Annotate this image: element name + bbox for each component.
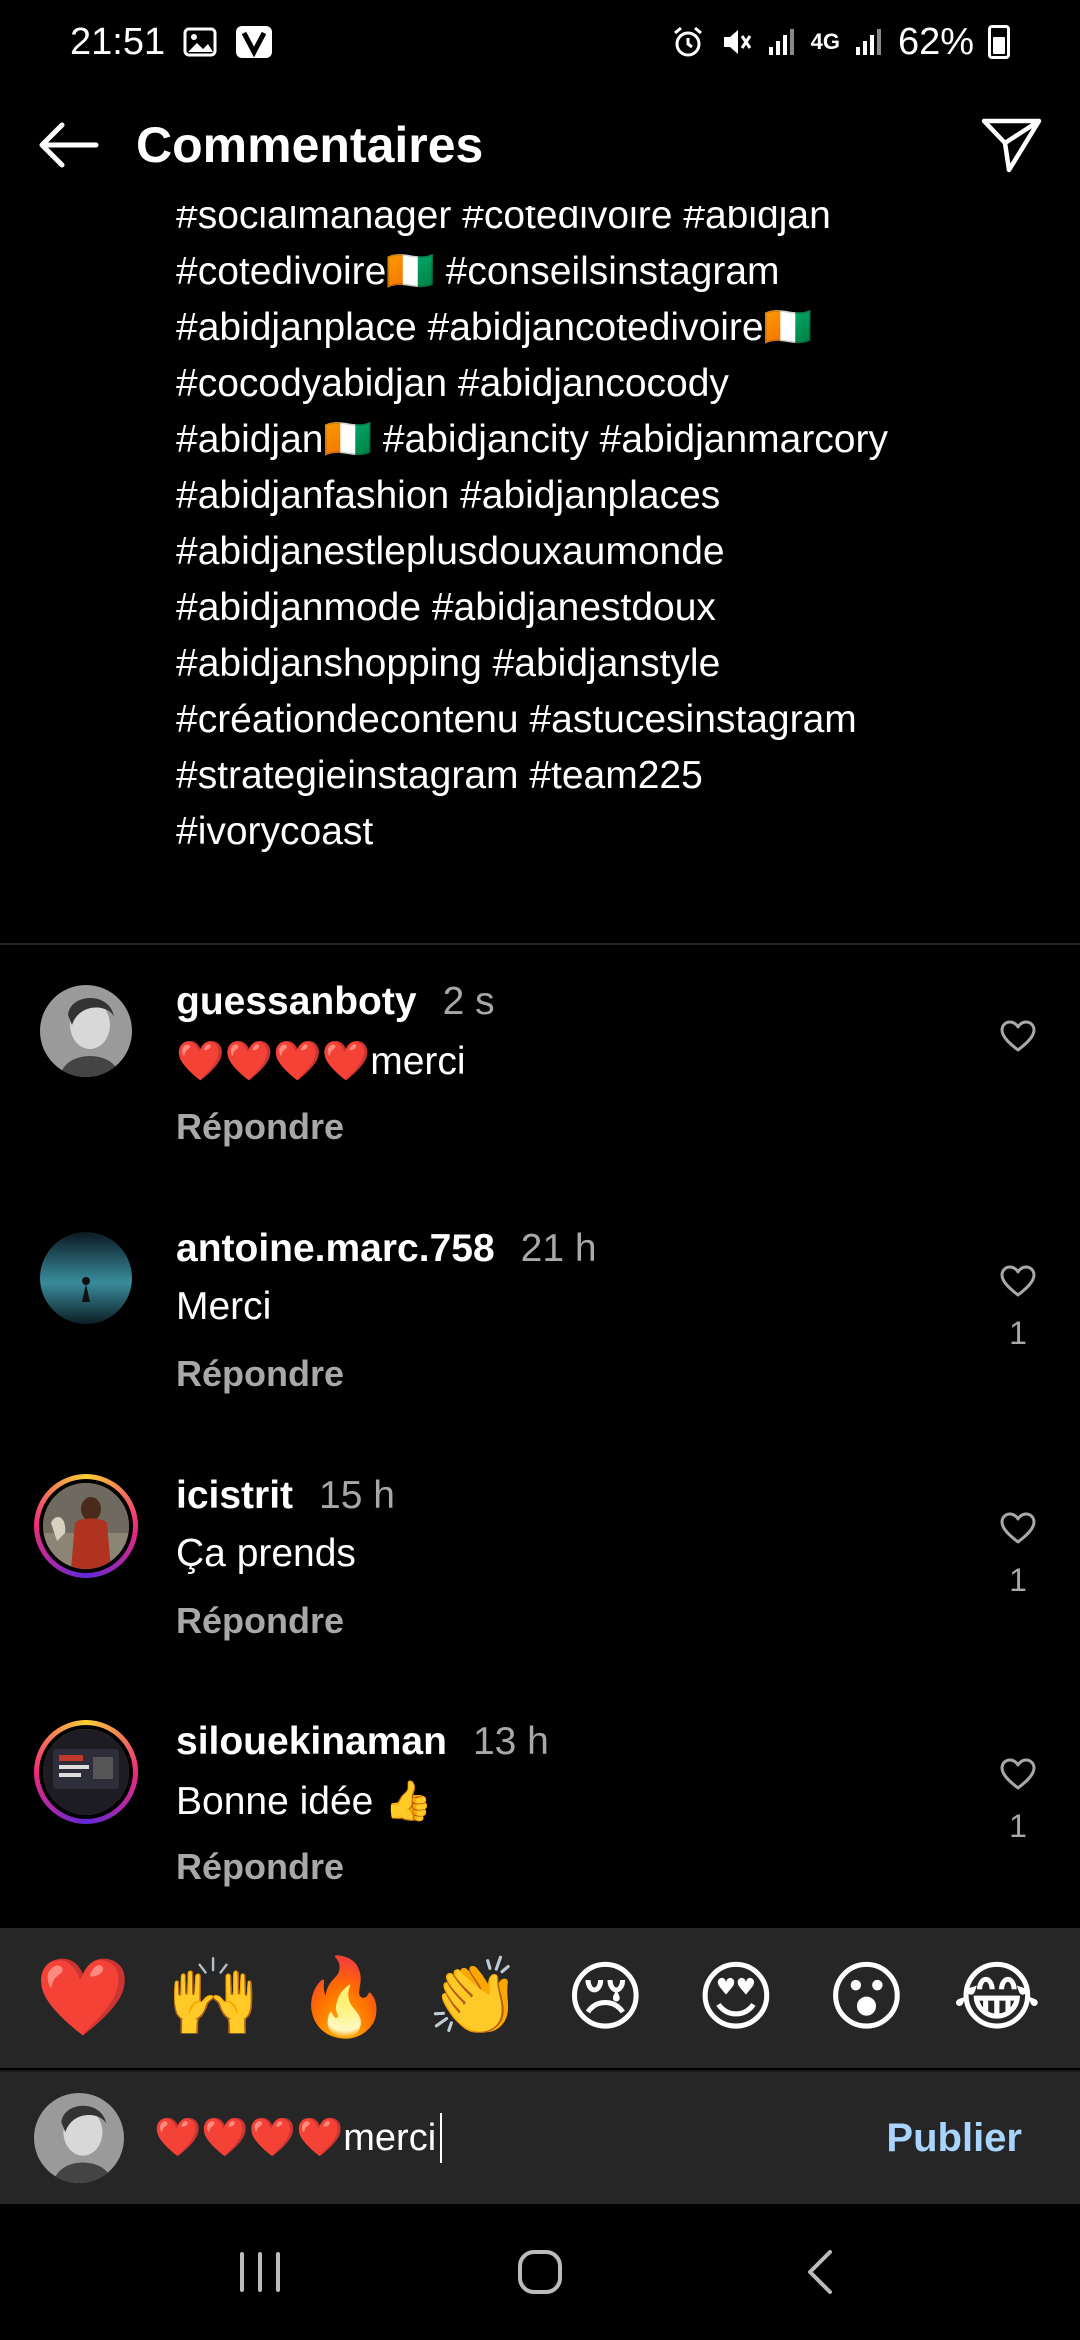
emoji-heart-eyes[interactable]: 😍 xyxy=(681,1960,791,2036)
home-button[interactable] xyxy=(495,2227,585,2317)
comment-time: 2 s xyxy=(442,980,495,1023)
mute-icon xyxy=(719,25,753,59)
share-button[interactable] xyxy=(978,111,1046,179)
comment-time: 15 h xyxy=(319,1474,395,1517)
caption-line: #abidjanshopping #abidjanstyle xyxy=(176,642,721,685)
caption-line: #abidjanfashion #abidjanplaces xyxy=(176,474,721,517)
chevron-left-icon xyxy=(808,2250,832,2294)
back-nav-button[interactable] xyxy=(775,2227,865,2317)
signal-icon xyxy=(767,27,797,57)
emoji-reaction-bar: ❤️ 🙌 🔥 👏 😢 😍 😮 😂 xyxy=(0,1928,1080,2068)
arrow-left-icon xyxy=(39,122,99,168)
reply-button[interactable]: Répondre xyxy=(176,1353,344,1395)
emoji-crying[interactable]: 😢 xyxy=(550,1960,660,2036)
recents-icon xyxy=(240,2252,280,2292)
reply-button[interactable]: Répondre xyxy=(176,1106,344,1148)
caption-line: #abidjan🇨🇮 #abidjancity #abidjanmarcory xyxy=(176,418,888,461)
post-caption: #socialmanager #cotedivoire #abidjan #co… xyxy=(176,188,1036,860)
gallery-icon xyxy=(183,27,217,57)
comment-time: 21 h xyxy=(520,1227,597,1270)
comment-text: Merci xyxy=(176,1285,272,1328)
comment-item: silouekinaman 13 h Bonne idée 👍 Répondre… xyxy=(0,1720,1080,1920)
like-count: 1 xyxy=(1009,1808,1027,1844)
comment-item: antoine.marc.758 21 h Merci Répondre 1 xyxy=(0,1227,1080,1427)
comment-text: Ça prends xyxy=(176,1532,356,1575)
caption-line: #abidjanestleplusdouxaumonde xyxy=(176,530,725,573)
comment-item: icistrit 15 h Ça prends Répondre 1 xyxy=(0,1474,1080,1674)
header: Commentaires xyxy=(0,84,1080,206)
reply-button[interactable]: Répondre xyxy=(176,1846,344,1888)
emoji-heart[interactable]: ❤️ xyxy=(28,1960,138,2036)
like-button[interactable] xyxy=(994,1504,1042,1552)
emoji-fire[interactable]: 🔥 xyxy=(289,1960,399,2036)
heart-icon xyxy=(1000,1020,1036,1052)
caption-line: #ivorycoast xyxy=(176,810,374,853)
caption-line: #cocodyabidjan #abidjancocody xyxy=(176,362,729,405)
avatar[interactable] xyxy=(34,1720,138,1824)
caption-line: #abidjanmode #abidjanestdoux xyxy=(176,586,716,629)
emoji-raised-hands[interactable]: 🙌 xyxy=(159,1960,269,2036)
emoji-clap[interactable]: 👏 xyxy=(420,1960,530,2036)
battery-percent: 62% xyxy=(897,20,974,63)
v-app-icon xyxy=(235,25,273,59)
comment-composer: ❤️❤️❤️❤️merci Publier xyxy=(0,2070,1080,2204)
comment-text: Bonne idée 👍 xyxy=(176,1780,433,1823)
comment-username[interactable]: silouekinaman xyxy=(176,1720,447,1764)
avatar[interactable] xyxy=(40,1232,132,1324)
send-icon xyxy=(981,118,1042,173)
publish-button[interactable]: Publier xyxy=(886,2116,1046,2161)
like-button[interactable] xyxy=(994,1750,1042,1798)
caption-line: #abidjanplace #abidjancotedivoire🇨🇮 xyxy=(176,306,813,349)
comment-username[interactable]: guessanboty xyxy=(176,980,417,1024)
comment-input[interactable]: ❤️❤️❤️❤️merci xyxy=(154,2113,443,2163)
comment-username[interactable]: icistrit xyxy=(176,1474,293,1518)
alarm-icon xyxy=(671,25,705,59)
avatar[interactable] xyxy=(34,1474,138,1578)
emoji-surprised[interactable]: 😮 xyxy=(811,1960,921,2036)
reply-button[interactable]: Répondre xyxy=(176,1600,344,1642)
home-icon xyxy=(518,2250,562,2294)
text-caret xyxy=(440,2113,443,2163)
status-time: 21:51 xyxy=(70,20,166,63)
comment-input-value: ❤️❤️❤️❤️merci xyxy=(154,2117,437,2159)
comment-text: ❤️❤️❤️❤️merci xyxy=(176,1040,466,1083)
network-label: 4G xyxy=(810,29,840,54)
user-avatar xyxy=(34,2093,124,2183)
comment-time: 13 h xyxy=(472,1720,549,1763)
caption-line: #strategieinstagram #team225 xyxy=(176,754,703,797)
emoji-laughing[interactable]: 😂 xyxy=(942,1960,1052,2036)
system-nav-bar xyxy=(0,2204,1080,2340)
heart-icon xyxy=(1000,1512,1036,1544)
heart-icon xyxy=(1000,1758,1036,1790)
like-count: 1 xyxy=(1009,1315,1027,1351)
caption-line: #créationdecontenu #astucesinstagram xyxy=(176,698,857,741)
back-button[interactable] xyxy=(34,111,102,179)
avatar[interactable] xyxy=(40,985,132,1077)
caption-line: #cotedivoire🇨🇮 #conseilsinstagram xyxy=(176,250,780,293)
recents-button[interactable] xyxy=(215,2227,305,2317)
heart-icon xyxy=(1000,1265,1036,1297)
like-button[interactable] xyxy=(994,1257,1042,1305)
page-title: Commentaires xyxy=(136,117,484,173)
like-button[interactable] xyxy=(994,1012,1042,1060)
comment-username[interactable]: antoine.marc.758 xyxy=(176,1227,495,1271)
divider xyxy=(0,943,1080,945)
comment-item: guessanboty 2 s ❤️❤️❤️❤️merci Répondre xyxy=(0,980,1080,1180)
like-count: 1 xyxy=(1009,1562,1027,1598)
battery-icon xyxy=(988,25,1010,59)
signal-icon-2 xyxy=(854,27,884,57)
status-bar: 21:51 4G 62% xyxy=(0,0,1080,84)
